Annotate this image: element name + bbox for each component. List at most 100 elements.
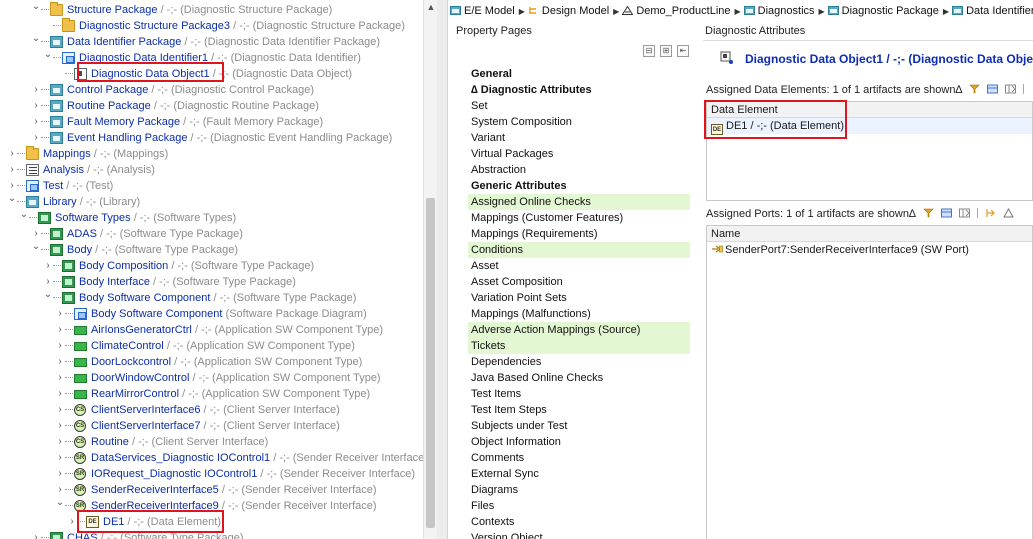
breadcrumb-item[interactable]: Design Model <box>528 0 609 22</box>
tree-item[interactable]: ⌄ Diagnostic Data Identifier1 / -;- (Diag… <box>0 50 423 66</box>
chevron-right-icon[interactable]: › <box>55 466 65 482</box>
table-view-icon[interactable] <box>987 84 999 94</box>
property-page-item[interactable]: Variation Point Sets <box>468 290 690 306</box>
chevron-down-icon[interactable]: ⌄ <box>31 34 41 50</box>
tree-item[interactable]: › CS Routine / -;- (Client Server Interfac… <box>0 434 423 450</box>
chevron-right-icon[interactable]: › <box>67 514 77 530</box>
chevron-right-icon[interactable]: › <box>31 82 41 98</box>
property-page-item[interactable]: Tickets <box>468 338 690 354</box>
breadcrumb-item[interactable]: E/E Model <box>450 0 515 22</box>
tree-item[interactable]: › Fault Memory Package / -;- (Fault Memor… <box>0 114 423 130</box>
property-page-item[interactable]: Set <box>468 98 690 114</box>
tree-item[interactable]: › DoorLockcontrol / -;- (Application SW C… <box>0 354 423 370</box>
tree-item[interactable]: › AirIonsGeneratorCtrl / -;- (Application… <box>0 322 423 338</box>
tree-item[interactable]: ⌄ Data Identifier Package / -;- (Diagnost… <box>0 34 423 50</box>
filter-icon[interactable] <box>969 84 980 94</box>
breadcrumb-item[interactable]: Data Identifier P <box>952 0 1033 22</box>
chevron-down-icon[interactable]: ⌄ <box>43 290 53 306</box>
property-page-item[interactable]: Virtual Packages <box>468 146 690 162</box>
tree-item[interactable]: › RearMirrorControl / -;- (Application SW… <box>0 386 423 402</box>
layout-icon[interactable]: ⇤ <box>677 45 689 57</box>
chevron-right-icon[interactable]: › <box>55 338 65 354</box>
property-page-item[interactable]: Object Information <box>468 434 690 450</box>
property-page-item[interactable]: Mappings (Customer Features) <box>468 210 690 226</box>
chevron-right-icon[interactable]: › <box>7 146 17 162</box>
table-row[interactable]: SenderPort7:SenderReceiverInterface9 (SW… <box>707 242 1032 258</box>
chevron-right-icon[interactable]: › <box>55 450 65 466</box>
property-page-item[interactable]: Variant <box>468 130 690 146</box>
tree-scrollbar[interactable]: ▲ <box>423 0 437 539</box>
chevron-right-icon[interactable]: › <box>55 434 65 450</box>
tree-item[interactable]: › CHAS / -;- (Software Type Package) <box>0 530 423 539</box>
tree-item[interactable]: › Control Package / -;- (Diagnostic Contr… <box>0 82 423 98</box>
delta-icon[interactable] <box>1003 208 1014 218</box>
tree-item[interactable]: › CS ClientServerInterface7 / -;- (Client … <box>0 418 423 434</box>
name-column-header[interactable]: Name <box>707 226 1032 242</box>
scroll-thumb[interactable] <box>426 198 435 528</box>
property-page-item[interactable]: Comments <box>468 450 690 466</box>
columns-icon[interactable] <box>1005 84 1017 94</box>
property-page-item[interactable]: Assigned Online Checks <box>468 194 690 210</box>
tree-item[interactable]: ⌄ Body / -;- (Software Type Package) <box>0 242 423 258</box>
property-page-item[interactable]: Abstraction <box>468 162 690 178</box>
property-page-item[interactable]: Mappings (Malfunctions) <box>468 306 690 322</box>
tree-item[interactable]: › Body Software Component (Software Packa… <box>0 306 423 322</box>
pane-splitter[interactable] <box>437 0 448 539</box>
property-page-item[interactable]: Java Based Online Checks <box>468 370 690 386</box>
tree-item[interactable]: › Mappings / -;- (Mappings) <box>0 146 423 162</box>
property-page-item[interactable]: Test Item Steps <box>468 402 690 418</box>
chevron-right-icon[interactable]: › <box>7 178 17 194</box>
chevron-down-icon[interactable]: ⌄ <box>19 210 29 226</box>
tree-item[interactable]: Diagnostic Structure Package3 / -;- (Dia… <box>0 18 423 34</box>
chevron-down-icon[interactable]: ⌄ <box>31 242 41 258</box>
chevron-right-icon[interactable]: › <box>55 306 65 322</box>
breadcrumb-item[interactable]: Diagnostics <box>743 0 815 22</box>
tree-item[interactable]: › DE DE1 / -;- (Data Element) <box>0 514 423 530</box>
chevron-right-icon[interactable]: › <box>55 386 65 402</box>
tree-item[interactable]: › ClimateControl / -;- (Application SW Co… <box>0 338 423 354</box>
breadcrumb-item[interactable]: Diagnostic Package <box>827 0 939 22</box>
columns-icon[interactable] <box>958 208 970 218</box>
chevron-right-icon[interactable]: › <box>31 226 41 242</box>
chevron-right-icon[interactable]: › <box>55 402 65 418</box>
chevron-right-icon[interactable]: › <box>31 130 41 146</box>
property-page-item[interactable]: Adverse Action Mappings (Source) <box>468 322 690 338</box>
tree-item[interactable]: ⌄ Library / -;- (Library) <box>0 194 423 210</box>
chevron-right-icon[interactable]: › <box>55 370 65 386</box>
property-page-item[interactable]: Dependencies <box>468 354 690 370</box>
expand-all-icon[interactable]: ⊞ <box>660 45 672 57</box>
tree-item[interactable]: › DoorWindowControl / -;- (Application SW… <box>0 370 423 386</box>
tree-item[interactable]: ⌄ Software Types / -;- (Software Types) <box>0 210 423 226</box>
tree-item[interactable]: › Analysis / -;- (Analysis) <box>0 162 423 178</box>
tree-item[interactable]: › SR DataServices_Diagnostic IOControl1 / … <box>0 450 423 466</box>
collapse-all-icon[interactable]: ⊟ <box>643 45 655 57</box>
chevron-right-icon[interactable]: › <box>55 322 65 338</box>
property-page-item[interactable]: Files <box>468 498 690 514</box>
property-page-item[interactable]: Asset Composition <box>468 274 690 290</box>
scroll-up-arrow-icon[interactable]: ▲ <box>426 2 436 12</box>
chevron-right-icon[interactable]: › <box>31 114 41 130</box>
tree-item[interactable]: ⌄ Structure Package / -;- (Diagnostic Str… <box>0 2 423 18</box>
filter-icon[interactable] <box>923 208 934 218</box>
property-page-item[interactable]: External Sync <box>468 466 690 482</box>
property-page-item[interactable]: General <box>468 66 690 82</box>
chevron-right-icon[interactable]: › <box>7 162 17 178</box>
property-page-item[interactable]: Test Items <box>468 386 690 402</box>
tree-item[interactable]: › Body Composition / -;- (Software Type P… <box>0 258 423 274</box>
chevron-right-icon[interactable]: › <box>55 354 65 370</box>
property-page-item[interactable]: Asset <box>468 258 690 274</box>
tree-item[interactable]: › SR IORequest_Diagnostic IOControl1 / -;-… <box>0 466 423 482</box>
tree-item[interactable]: › Test / -;- (Test) <box>0 178 423 194</box>
variant-icon[interactable] <box>985 208 996 218</box>
chevron-right-icon[interactable]: › <box>55 482 65 498</box>
property-page-item[interactable]: Diagrams <box>468 482 690 498</box>
chevron-down-icon[interactable]: ⌄ <box>31 2 41 18</box>
property-page-item[interactable]: Version Object <box>468 530 690 539</box>
chevron-right-icon[interactable]: › <box>55 418 65 434</box>
chevron-down-icon[interactable]: ⌄ <box>43 50 53 66</box>
property-page-item[interactable]: Generic Attributes <box>468 178 690 194</box>
tree-item[interactable]: › SR SenderReceiverInterface5 / -;- (Sende… <box>0 482 423 498</box>
property-page-item[interactable]: Conditions <box>468 242 690 258</box>
property-page-item[interactable]: ∆ Diagnostic Attributes <box>468 82 690 98</box>
breadcrumb-item[interactable]: Demo_ProductLine <box>622 0 731 22</box>
